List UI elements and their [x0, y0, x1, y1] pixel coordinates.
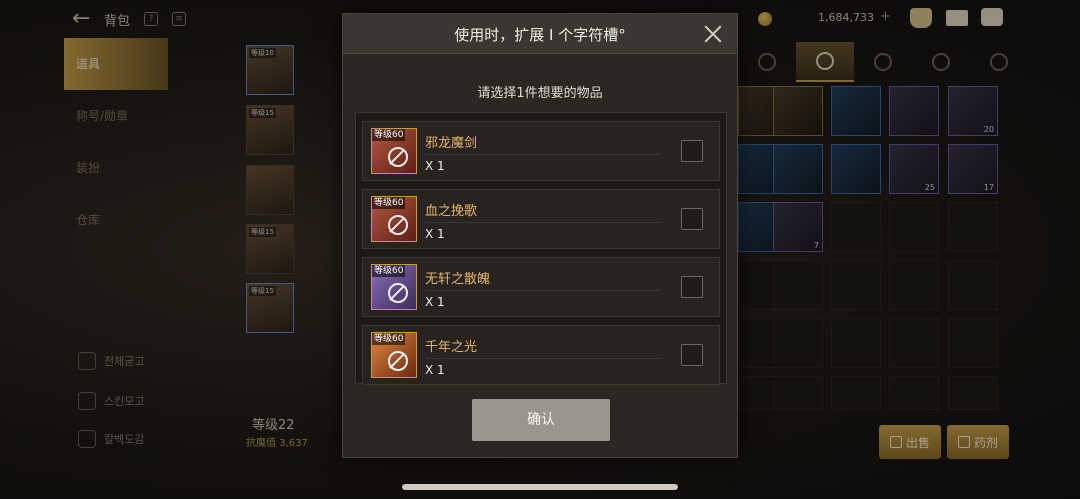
confirm-button[interactable]: 确认	[472, 399, 610, 441]
item-level-badge: 等级60	[372, 129, 406, 141]
divider	[425, 154, 661, 155]
list-item[interactable]: 等级60 邪龙魔剑 X 1	[362, 121, 720, 181]
locked-icon	[388, 215, 408, 235]
divider	[425, 358, 661, 359]
weapon-item-icon: 等级60	[371, 196, 417, 242]
item-quantity: X 1	[425, 227, 445, 241]
select-checkbox[interactable]	[681, 140, 703, 162]
select-checkbox[interactable]	[681, 276, 703, 298]
dialog-title: 使用时，扩展 I 个字符槽°	[454, 26, 626, 44]
select-checkbox[interactable]	[681, 344, 703, 366]
dialog-prompt: 请选择1件想要的物品	[477, 86, 603, 101]
divider	[425, 222, 661, 223]
weapon-item-icon: 等级60	[371, 332, 417, 378]
list-item[interactable]: 等级60 无轩之散魄 X 1	[362, 257, 720, 317]
sword-item-icon: 等级60	[371, 128, 417, 174]
item-name: 无轩之散魄	[425, 272, 491, 287]
divider	[425, 290, 661, 291]
item-name: 血之挽歌	[425, 204, 478, 219]
item-quantity: X 1	[425, 363, 445, 377]
locked-icon	[388, 147, 408, 167]
list-item[interactable]: 等级60 血之挽歌 X 1	[362, 189, 720, 249]
item-list: 等级60 邪龙魔剑 X 1 等级60 血之挽歌 X 1 等级60 无轩之散魄 X…	[355, 112, 727, 385]
item-level-badge: 等级60	[372, 197, 406, 209]
weapon-item-icon: 等级60	[371, 264, 417, 310]
home-indicator[interactable]	[402, 484, 678, 490]
select-checkbox[interactable]	[681, 208, 703, 230]
close-icon[interactable]	[701, 22, 725, 46]
locked-icon	[388, 351, 408, 371]
item-select-dialog: 使用时，扩展 I 个字符槽° 请选择1件想要的物品 等级60 邪龙魔剑 X 1 …	[342, 13, 738, 458]
item-level-badge: 等级60	[372, 333, 406, 345]
locked-icon	[388, 283, 408, 303]
item-quantity: X 1	[425, 159, 445, 173]
item-name: 千年之光	[425, 340, 478, 355]
item-level-badge: 等级60	[372, 265, 406, 277]
dialog-header: 使用时，扩展 I 个字符槽°	[343, 14, 737, 54]
item-quantity: X 1	[425, 295, 445, 309]
list-item[interactable]: 等级60 千年之光 X 1	[362, 325, 720, 385]
item-name: 邪龙魔剑	[425, 136, 478, 151]
